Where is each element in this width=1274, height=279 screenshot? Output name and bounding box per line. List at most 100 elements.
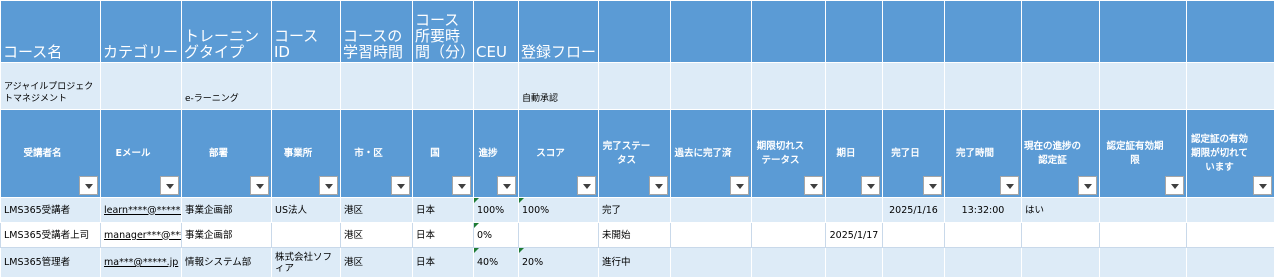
- empty-cell[interactable]: [825, 0, 883, 63]
- filter-dropdown-icon[interactable]: [577, 176, 596, 195]
- completion-status-cell[interactable]: 未開始: [598, 222, 671, 248]
- course-registration-flow-cell[interactable]: 自動承認: [518, 62, 599, 110]
- cert-expiry-cell[interactable]: [1099, 247, 1187, 278]
- progress-cell[interactable]: 0%: [473, 222, 519, 248]
- progress-cell[interactable]: 100%: [473, 197, 519, 223]
- empty-cell[interactable]: [598, 0, 671, 63]
- completion-time-cell[interactable]: [944, 247, 1022, 278]
- course-learning-time-cell[interactable]: [340, 62, 413, 110]
- filter-dropdown-icon[interactable]: [250, 176, 269, 195]
- city-cell[interactable]: 港区: [340, 197, 413, 223]
- score-cell[interactable]: 100%: [518, 197, 599, 223]
- email-link[interactable]: ma***@*****.jp: [100, 247, 182, 278]
- learner-name-cell[interactable]: LMS365管理者: [0, 247, 101, 278]
- filter-dropdown-icon[interactable]: [497, 176, 516, 195]
- due-date-cell[interactable]: 2025/1/17: [825, 222, 883, 248]
- department-cell[interactable]: 事業企画部: [181, 197, 272, 223]
- filter-dropdown-icon[interactable]: [649, 176, 668, 195]
- header-ceu[interactable]: CEU: [473, 0, 519, 63]
- completion-date-cell[interactable]: 2025/1/16: [882, 197, 945, 223]
- header-completion-status[interactable]: 完了ステータス: [598, 109, 671, 198]
- completion-date-cell[interactable]: [882, 247, 945, 278]
- header-progress[interactable]: 進捗: [473, 109, 519, 198]
- header-current-cert[interactable]: 現在の進捗の認定証: [1021, 109, 1100, 198]
- header-department[interactable]: 部署: [181, 109, 272, 198]
- header-office[interactable]: 事業所: [271, 109, 341, 198]
- header-email[interactable]: Eメール: [100, 109, 182, 198]
- score-cell[interactable]: [518, 222, 599, 248]
- filter-dropdown-icon[interactable]: [79, 176, 98, 195]
- empty-cell[interactable]: [882, 0, 945, 63]
- office-cell[interactable]: US法人: [271, 197, 341, 223]
- filter-dropdown-icon[interactable]: [1165, 176, 1184, 195]
- header-completion-time[interactable]: 完了時間: [944, 109, 1022, 198]
- expired-status-cell[interactable]: [751, 247, 826, 278]
- country-cell[interactable]: 日本: [412, 247, 474, 278]
- due-date-cell[interactable]: [825, 197, 883, 223]
- past-completed-cell[interactable]: [670, 247, 752, 278]
- completion-status-cell[interactable]: 完了: [598, 197, 671, 223]
- filter-dropdown-icon[interactable]: [1000, 176, 1019, 195]
- cert-expiry-cell[interactable]: [1099, 222, 1187, 248]
- email-link[interactable]: manager***@*****.jp: [100, 222, 182, 248]
- header-due-date[interactable]: 期日: [825, 109, 883, 198]
- filter-dropdown-icon[interactable]: [923, 176, 942, 195]
- filter-dropdown-icon[interactable]: [160, 176, 179, 195]
- header-cert-expiry[interactable]: 認定証有効期限: [1099, 109, 1187, 198]
- email-link[interactable]: learn****@*****.jp: [100, 197, 182, 223]
- empty-cell[interactable]: [1099, 62, 1187, 110]
- cert-expired-cell[interactable]: [1186, 222, 1274, 248]
- course-required-time-cell[interactable]: [412, 62, 474, 110]
- filter-dropdown-icon[interactable]: [1078, 176, 1097, 195]
- learner-name-cell[interactable]: LMS365受講者: [0, 197, 101, 223]
- learner-name-cell[interactable]: LMS365受講者上司: [0, 222, 101, 248]
- expired-status-cell[interactable]: [751, 222, 826, 248]
- header-required-time[interactable]: コース所要時間（分）: [412, 0, 474, 63]
- past-completed-cell[interactable]: [670, 197, 752, 223]
- course-name-cell[interactable]: アジャイルプロジェクトマネジメント: [0, 62, 101, 110]
- current-cert-cell[interactable]: [1021, 222, 1100, 248]
- filter-dropdown-icon[interactable]: [1253, 176, 1272, 195]
- completion-time-cell[interactable]: 13:32:00: [944, 197, 1022, 223]
- current-cert-cell[interactable]: はい: [1021, 197, 1100, 223]
- office-cell[interactable]: 株式会社ソフィア: [271, 247, 341, 278]
- filter-dropdown-icon[interactable]: [861, 176, 880, 195]
- country-cell[interactable]: 日本: [412, 197, 474, 223]
- score-cell[interactable]: 20%: [518, 247, 599, 278]
- completion-status-cell[interactable]: 進行中: [598, 247, 671, 278]
- city-cell[interactable]: 港区: [340, 222, 413, 248]
- header-country[interactable]: 国: [412, 109, 474, 198]
- empty-cell[interactable]: [1021, 62, 1100, 110]
- empty-cell[interactable]: [944, 0, 1022, 63]
- empty-cell[interactable]: [944, 62, 1022, 110]
- filter-dropdown-icon[interactable]: [452, 176, 471, 195]
- header-learner-name[interactable]: 受講者名: [0, 109, 101, 198]
- header-completion-date[interactable]: 完了日: [882, 109, 945, 198]
- office-cell[interactable]: [271, 222, 341, 248]
- department-cell[interactable]: 事業企画部: [181, 222, 272, 248]
- cert-expired-cell[interactable]: [1186, 197, 1274, 223]
- empty-cell[interactable]: [1099, 0, 1187, 63]
- filter-dropdown-icon[interactable]: [730, 176, 749, 195]
- header-city[interactable]: 市・区: [340, 109, 413, 198]
- filter-dropdown-icon[interactable]: [319, 176, 338, 195]
- current-cert-cell[interactable]: [1021, 247, 1100, 278]
- header-score[interactable]: スコア: [518, 109, 599, 198]
- empty-cell[interactable]: [882, 62, 945, 110]
- header-past-completed[interactable]: 過去に完了済: [670, 109, 752, 198]
- header-expired-status[interactable]: 期限切れステータス: [751, 109, 826, 198]
- department-cell[interactable]: 情報システム部: [181, 247, 272, 278]
- header-course-id[interactable]: コース ID: [271, 0, 341, 63]
- past-completed-cell[interactable]: [670, 222, 752, 248]
- empty-cell[interactable]: [670, 62, 752, 110]
- course-ceu-cell[interactable]: [473, 62, 519, 110]
- header-learning-time[interactable]: コースの学習時間: [340, 0, 413, 63]
- filter-dropdown-icon[interactable]: [804, 176, 823, 195]
- cert-expiry-cell[interactable]: [1099, 197, 1187, 223]
- empty-cell[interactable]: [751, 62, 826, 110]
- empty-cell[interactable]: [1021, 0, 1100, 63]
- header-registration-flow[interactable]: 登録フロー: [518, 0, 599, 63]
- empty-cell[interactable]: [1186, 0, 1274, 63]
- header-course-name[interactable]: コース名: [0, 0, 101, 63]
- empty-cell[interactable]: [825, 62, 883, 110]
